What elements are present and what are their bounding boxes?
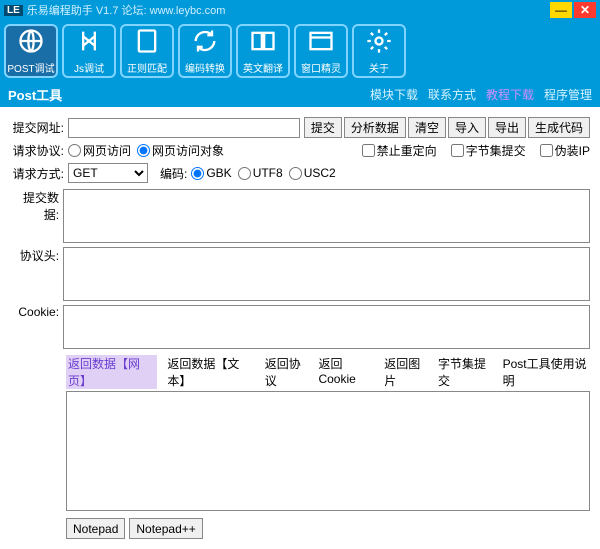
submit-data-textarea[interactable] — [63, 189, 590, 243]
method-select[interactable]: GET — [68, 163, 148, 183]
content-area: 提交网址: 提交分析数据清空导入导出生成代码 请求协议: 网页访问网页访问对象 … — [0, 107, 600, 549]
headers-textarea[interactable] — [63, 247, 590, 301]
result-tab[interactable]: 返回协议 — [265, 355, 309, 389]
minimize-button[interactable]: — — [550, 2, 572, 18]
radio-input[interactable] — [238, 167, 251, 180]
bottom-buttons: NotepadNotepad++ — [66, 518, 590, 539]
tool-post[interactable]: POST调试 — [4, 24, 58, 78]
action-button[interactable]: 导出 — [488, 117, 526, 138]
main-toolbar: POST调试 Js调试 正则匹配 编码转换 英文翻译 窗口精灵 关于 — [0, 20, 600, 82]
option-check[interactable]: 字节集提交 — [451, 142, 526, 159]
url-input[interactable] — [68, 118, 300, 138]
action-button[interactable]: 导入 — [448, 117, 486, 138]
tool-label: 关于 — [369, 60, 389, 75]
tool-translate[interactable]: 英文翻译 — [236, 24, 290, 78]
tool-label: 编码转换 — [185, 60, 225, 75]
encoding-option[interactable]: UTF8 — [238, 166, 283, 180]
action-button[interactable]: 提交 — [304, 117, 342, 138]
header-link[interactable]: 联系方式 — [428, 86, 476, 103]
headers-label: 协议头: — [10, 247, 59, 264]
protocol-label: 请求协议: — [10, 142, 64, 159]
about-icon — [365, 27, 393, 58]
open-editor-button[interactable]: Notepad++ — [129, 518, 202, 539]
header-link[interactable]: 模块下载 — [370, 86, 418, 103]
action-button[interactable]: 生成代码 — [528, 117, 590, 138]
checkbox-input[interactable] — [540, 144, 553, 157]
option-checks: 禁止重定向字节集提交伪装IP — [362, 142, 590, 159]
encoding-option[interactable]: USC2 — [289, 166, 336, 180]
tool-label: Js调试 — [74, 60, 104, 75]
tool-label: 英文翻译 — [243, 60, 283, 75]
option-check[interactable]: 伪装IP — [540, 142, 590, 159]
checkbox-input[interactable] — [451, 144, 464, 157]
option-check[interactable]: 禁止重定向 — [362, 142, 437, 159]
action-button[interactable]: 分析数据 — [344, 117, 406, 138]
window-title: 乐易编程助手 V1.7 论坛: www.leybc.com — [27, 2, 550, 18]
tool-label: 窗口精灵 — [301, 60, 341, 75]
header-links: 模块下载联系方式教程下载程序管理 — [370, 86, 592, 103]
radio-input[interactable] — [68, 144, 81, 157]
tool-label: POST调试 — [7, 60, 54, 75]
result-tab[interactable]: Post工具使用说明 — [503, 355, 590, 389]
cookie-textarea[interactable] — [63, 305, 590, 349]
result-tab[interactable]: 返回数据【文本】 — [167, 355, 254, 389]
tool-encode[interactable]: 编码转换 — [178, 24, 232, 78]
encode-icon — [191, 27, 219, 58]
section-title: Post工具 — [8, 85, 370, 104]
window-icon — [307, 27, 335, 58]
header-link[interactable]: 程序管理 — [544, 86, 592, 103]
protocol-option[interactable]: 网页访问对象 — [137, 142, 224, 159]
app-badge: LE — [4, 5, 23, 16]
close-button[interactable]: ✕ — [574, 2, 596, 18]
cookie-label: Cookie: — [10, 305, 59, 319]
result-tabs: 返回数据【网页】返回数据【文本】返回协议返回Cookie 返回图片字节集提交 Pos… — [66, 355, 590, 389]
sub-header: Post工具 模块下载联系方式教程下载程序管理 — [0, 82, 600, 107]
tool-window[interactable]: 窗口精灵 — [294, 24, 348, 78]
radio-input[interactable] — [137, 144, 150, 157]
titlebar: LE 乐易编程助手 V1.7 论坛: www.leybc.com — ✕ — [0, 0, 600, 20]
checkbox-input[interactable] — [362, 144, 375, 157]
tool-js[interactable]: Js调试 — [62, 24, 116, 78]
translate-icon — [249, 27, 277, 58]
result-tab[interactable]: 返回图片 — [384, 355, 428, 389]
result-tab[interactable]: 返回Cookie — [318, 355, 374, 389]
encoding-label: 编码: — [160, 165, 187, 182]
result-tab[interactable]: 字节集提交 — [438, 355, 493, 389]
method-label: 请求方式: — [10, 165, 64, 182]
tool-label: 正则匹配 — [127, 60, 167, 75]
result-textarea[interactable] — [66, 391, 590, 511]
protocol-radios: 网页访问网页访问对象 — [68, 142, 224, 159]
result-tab[interactable]: 返回数据【网页】 — [66, 355, 157, 389]
open-editor-button[interactable]: Notepad — [66, 518, 125, 539]
url-label: 提交网址: — [10, 119, 64, 136]
post-icon — [17, 27, 45, 58]
radio-input[interactable] — [289, 167, 302, 180]
radio-input[interactable] — [191, 167, 204, 180]
encoding-radios: GBK UTF8 USC2 — [191, 166, 335, 180]
action-buttons: 提交分析数据清空导入导出生成代码 — [304, 117, 590, 138]
tool-about[interactable]: 关于 — [352, 24, 406, 78]
js-icon — [75, 27, 103, 58]
action-button[interactable]: 清空 — [408, 117, 446, 138]
encoding-option[interactable]: GBK — [191, 166, 231, 180]
header-link[interactable]: 教程下载 — [486, 86, 534, 103]
protocol-option[interactable]: 网页访问 — [68, 142, 131, 159]
submit-data-label: 提交数据: — [10, 189, 59, 223]
tool-regex[interactable]: 正则匹配 — [120, 24, 174, 78]
regex-icon — [133, 27, 161, 58]
